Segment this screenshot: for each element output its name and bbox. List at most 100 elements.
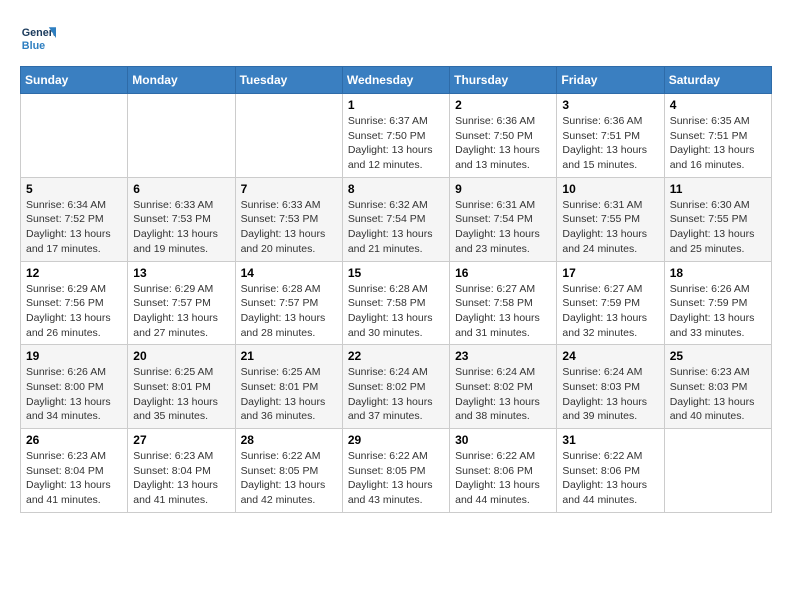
- day-number: 10: [562, 182, 658, 196]
- day-number: 8: [348, 182, 444, 196]
- weekday-header-friday: Friday: [557, 67, 664, 94]
- calendar-cell: 2Sunrise: 6:36 AMSunset: 7:50 PMDaylight…: [450, 94, 557, 178]
- day-number: 14: [241, 266, 337, 280]
- calendar-cell: 14 Sunrise: 6:28 AMSunset: 7:57 PMDayligh…: [235, 261, 342, 345]
- calendar-cell: [21, 94, 128, 178]
- day-info: Sunrise: 6:26 AMSunset: 7:59 PMDaylight:…: [670, 282, 766, 341]
- calendar-week-row: 5Sunrise: 6:34 AMSunset: 7:52 PMDaylight…: [21, 177, 772, 261]
- day-number: 6: [133, 182, 229, 196]
- day-number: 31: [562, 433, 658, 447]
- calendar-cell: 28Sunrise: 6:22 AMSunset: 8:05 PMDayligh…: [235, 429, 342, 513]
- calendar-cell: 17 Sunrise: 6:27 AMSunset: 7:59 PMDayligh…: [557, 261, 664, 345]
- calendar-cell: 24 Sunrise: 6:24 AMSunset: 8:03 PMDayligh…: [557, 345, 664, 429]
- day-number: 29: [348, 433, 444, 447]
- day-number: 7: [241, 182, 337, 196]
- day-info: Sunrise: 6:29 AMSunset: 7:56 PMDaylight:…: [26, 282, 122, 341]
- day-info: Sunrise: 6:27 AMSunset: 7:58 PMDaylight:…: [455, 282, 551, 341]
- calendar-cell: 22 Sunrise: 6:24 AMSunset: 8:02 PMDayligh…: [342, 345, 449, 429]
- day-info: Sunrise: 6:22 AMSunset: 8:05 PMDaylight:…: [348, 449, 444, 508]
- day-number: 24: [562, 349, 658, 363]
- day-info: Sunrise: 6:25 AMSunset: 8:01 PMDaylight:…: [133, 365, 229, 424]
- weekday-header-wednesday: Wednesday: [342, 67, 449, 94]
- weekday-header-tuesday: Tuesday: [235, 67, 342, 94]
- calendar-cell: 21 Sunrise: 6:25 AMSunset: 8:01 PMDayligh…: [235, 345, 342, 429]
- day-info: Sunrise: 6:28 AMSunset: 7:58 PMDaylight:…: [348, 282, 444, 341]
- calendar-cell: 29 Sunrise: 6:22 AMSunset: 8:05 PMDayligh…: [342, 429, 449, 513]
- calendar-cell: 26Sunrise: 6:23 AMSunset: 8:04 PMDayligh…: [21, 429, 128, 513]
- day-number: 30: [455, 433, 551, 447]
- calendar-cell: 18 Sunrise: 6:26 AMSunset: 7:59 PMDayligh…: [664, 261, 771, 345]
- day-info: Sunrise: 6:24 AMSunset: 8:02 PMDaylight:…: [348, 365, 444, 424]
- day-number: 20: [133, 349, 229, 363]
- calendar-cell: [664, 429, 771, 513]
- page-header: General Blue: [20, 20, 772, 56]
- day-info: Sunrise: 6:37 AMSunset: 7:50 PMDaylight:…: [348, 114, 444, 173]
- day-info: Sunrise: 6:29 AMSunset: 7:57 PMDaylight:…: [133, 282, 229, 341]
- calendar-week-row: 12 Sunrise: 6:29 AMSunset: 7:56 PMDayligh…: [21, 261, 772, 345]
- day-number: 18: [670, 266, 766, 280]
- day-info: Sunrise: 6:22 AMSunset: 8:06 PMDaylight:…: [455, 449, 551, 508]
- calendar-cell: 25 Sunrise: 6:23 AMSunset: 8:03 PMDayligh…: [664, 345, 771, 429]
- day-info: Sunrise: 6:32 AMSunset: 7:54 PMDaylight:…: [348, 198, 444, 257]
- calendar-cell: 20 Sunrise: 6:25 AMSunset: 8:01 PMDayligh…: [128, 345, 235, 429]
- day-info: Sunrise: 6:35 AMSunset: 7:51 PMDaylight:…: [670, 114, 766, 173]
- day-number: 16: [455, 266, 551, 280]
- day-number: 27: [133, 433, 229, 447]
- logo-icon: General Blue: [20, 20, 56, 56]
- day-number: 21: [241, 349, 337, 363]
- calendar-cell: 7 Sunrise: 6:33 AMSunset: 7:53 PMDaylight…: [235, 177, 342, 261]
- day-info: Sunrise: 6:23 AMSunset: 8:03 PMDaylight:…: [670, 365, 766, 424]
- calendar-cell: 9Sunrise: 6:31 AMSunset: 7:54 PMDaylight…: [450, 177, 557, 261]
- weekday-header-row: SundayMondayTuesdayWednesdayThursdayFrid…: [21, 67, 772, 94]
- calendar-week-row: 1 Sunrise: 6:37 AMSunset: 7:50 PMDaylight…: [21, 94, 772, 178]
- calendar-cell: 19Sunrise: 6:26 AMSunset: 8:00 PMDayligh…: [21, 345, 128, 429]
- calendar-week-row: 26Sunrise: 6:23 AMSunset: 8:04 PMDayligh…: [21, 429, 772, 513]
- calendar-cell: 5Sunrise: 6:34 AMSunset: 7:52 PMDaylight…: [21, 177, 128, 261]
- calendar-cell: [235, 94, 342, 178]
- day-number: 23: [455, 349, 551, 363]
- calendar-cell: 16 Sunrise: 6:27 AMSunset: 7:58 PMDayligh…: [450, 261, 557, 345]
- day-number: 4: [670, 98, 766, 112]
- day-info: Sunrise: 6:22 AMSunset: 8:06 PMDaylight:…: [562, 449, 658, 508]
- calendar-cell: 23 Sunrise: 6:24 AMSunset: 8:02 PMDayligh…: [450, 345, 557, 429]
- calendar-week-row: 19Sunrise: 6:26 AMSunset: 8:00 PMDayligh…: [21, 345, 772, 429]
- day-info: Sunrise: 6:25 AMSunset: 8:01 PMDaylight:…: [241, 365, 337, 424]
- calendar-cell: 8 Sunrise: 6:32 AMSunset: 7:54 PMDaylight…: [342, 177, 449, 261]
- day-info: Sunrise: 6:31 AMSunset: 7:55 PMDaylight:…: [562, 198, 658, 257]
- calendar-cell: 31 Sunrise: 6:22 AMSunset: 8:06 PMDayligh…: [557, 429, 664, 513]
- calendar-cell: 1 Sunrise: 6:37 AMSunset: 7:50 PMDaylight…: [342, 94, 449, 178]
- day-number: 15: [348, 266, 444, 280]
- day-info: Sunrise: 6:36 AMSunset: 7:51 PMDaylight:…: [562, 114, 658, 173]
- day-info: Sunrise: 6:22 AMSunset: 8:05 PMDaylight:…: [241, 449, 337, 508]
- calendar-table: SundayMondayTuesdayWednesdayThursdayFrid…: [20, 66, 772, 513]
- calendar-cell: [128, 94, 235, 178]
- calendar-cell: 27Sunrise: 6:23 AMSunset: 8:04 PMDayligh…: [128, 429, 235, 513]
- day-info: Sunrise: 6:27 AMSunset: 7:59 PMDaylight:…: [562, 282, 658, 341]
- day-number: 13: [133, 266, 229, 280]
- day-number: 25: [670, 349, 766, 363]
- day-info: Sunrise: 6:24 AMSunset: 8:02 PMDaylight:…: [455, 365, 551, 424]
- svg-text:Blue: Blue: [22, 40, 45, 52]
- day-info: Sunrise: 6:33 AMSunset: 7:53 PMDaylight:…: [133, 198, 229, 257]
- day-number: 26: [26, 433, 122, 447]
- day-info: Sunrise: 6:33 AMSunset: 7:53 PMDaylight:…: [241, 198, 337, 257]
- day-info: Sunrise: 6:28 AMSunset: 7:57 PMDaylight:…: [241, 282, 337, 341]
- calendar-cell: 4 Sunrise: 6:35 AMSunset: 7:51 PMDaylight…: [664, 94, 771, 178]
- calendar-cell: 13 Sunrise: 6:29 AMSunset: 7:57 PMDayligh…: [128, 261, 235, 345]
- day-number: 22: [348, 349, 444, 363]
- weekday-header-sunday: Sunday: [21, 67, 128, 94]
- calendar-cell: 15 Sunrise: 6:28 AMSunset: 7:58 PMDayligh…: [342, 261, 449, 345]
- day-info: Sunrise: 6:30 AMSunset: 7:55 PMDaylight:…: [670, 198, 766, 257]
- weekday-header-monday: Monday: [128, 67, 235, 94]
- day-info: Sunrise: 6:34 AMSunset: 7:52 PMDaylight:…: [26, 198, 122, 257]
- day-info: Sunrise: 6:24 AMSunset: 8:03 PMDaylight:…: [562, 365, 658, 424]
- day-number: 9: [455, 182, 551, 196]
- day-number: 2: [455, 98, 551, 112]
- day-number: 1: [348, 98, 444, 112]
- day-number: 12: [26, 266, 122, 280]
- calendar-cell: 3Sunrise: 6:36 AMSunset: 7:51 PMDaylight…: [557, 94, 664, 178]
- logo: General Blue: [20, 20, 56, 56]
- day-info: Sunrise: 6:26 AMSunset: 8:00 PMDaylight:…: [26, 365, 122, 424]
- day-number: 17: [562, 266, 658, 280]
- day-number: 11: [670, 182, 766, 196]
